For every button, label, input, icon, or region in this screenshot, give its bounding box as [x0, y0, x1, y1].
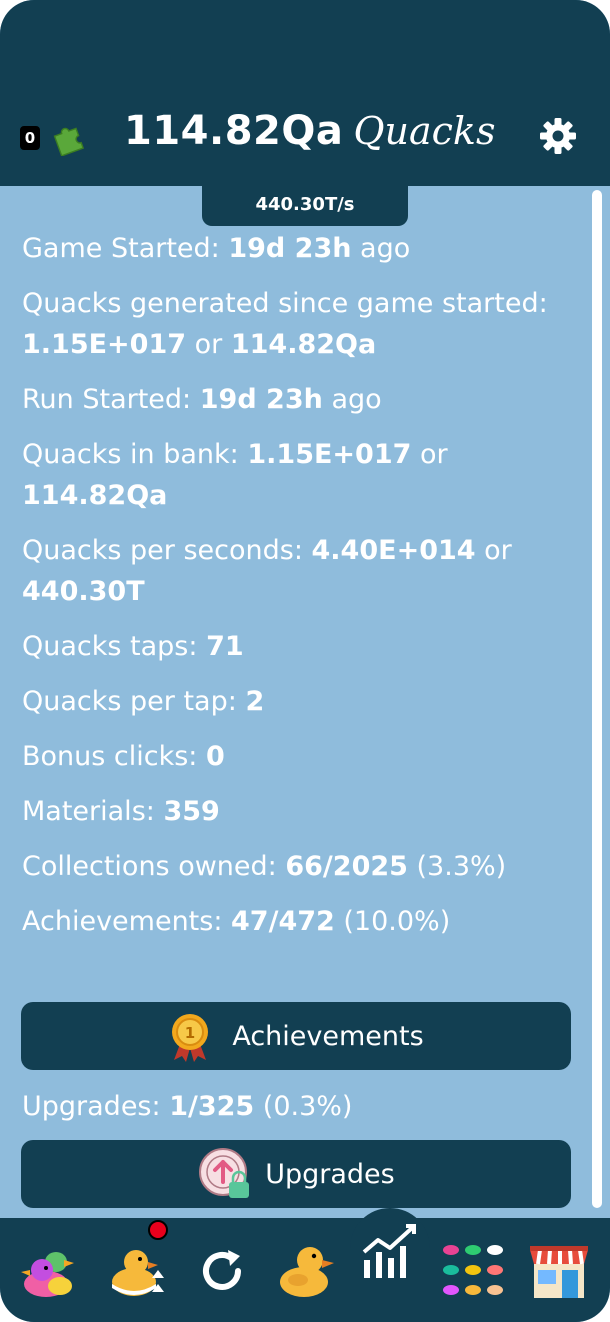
- stat-quacks-taps: Quacks taps: 71: [22, 631, 244, 662]
- puzzle-icon[interactable]: [50, 118, 88, 156]
- bottom-nav: [0, 1208, 610, 1322]
- reset-icon[interactable]: [192, 1240, 254, 1302]
- quacks-rate: 440.30T/s: [202, 182, 408, 226]
- stat-bonus-clicks: Bonus clicks: 0: [22, 741, 225, 772]
- medal-icon: 1: [172, 1014, 209, 1062]
- stat-quacks-in-bank: Quacks in bank: 1.15E+017 or 114.82Qa: [22, 439, 448, 511]
- stat-quacks-per-second: Quacks per seconds: 4.40E+014 or 440.30T: [22, 535, 512, 607]
- stat-quacks-per-tap: Quacks per tap: 2: [22, 686, 265, 717]
- gear-icon[interactable]: [538, 116, 578, 156]
- achievements-button[interactable]: 1 Achievements: [21, 1002, 571, 1070]
- puzzle-count: 0: [20, 126, 40, 150]
- stats-list: Game Started: 19d 23h ago Quacks generat…: [22, 228, 588, 956]
- achievements-button-label: Achievements: [232, 1020, 424, 1052]
- quacks-unit: Quacks: [353, 109, 496, 153]
- phone-screen: 0 114.82Qa Quacks 440.30T/s Game Started…: [0, 0, 610, 1322]
- upgrades-button-label: Upgrades: [265, 1158, 395, 1190]
- stat-quacks-generated: Quacks generated since game started: 1.1…: [22, 288, 548, 360]
- upgrades-stat-wrap: Upgrades: 1/325 (0.3%): [22, 1086, 588, 1141]
- svg-text:1: 1: [185, 1024, 195, 1042]
- quacks-total: 114.82Qa Quacks: [124, 108, 495, 168]
- duck-upgrade-icon[interactable]: [106, 1240, 168, 1302]
- stat-materials: Materials: 359: [22, 796, 220, 827]
- stat-achievements: Achievements: 47/472 (10.0%): [22, 906, 451, 937]
- header-bar: 0 114.82Qa Quacks: [0, 0, 610, 186]
- stat-collections-owned: Collections owned: 66/2025 (3.3%): [22, 851, 507, 882]
- stat-game-started: Game Started: 19d 23h ago: [22, 233, 411, 264]
- duck-grid-icon[interactable]: [442, 1240, 504, 1302]
- upgrades-button[interactable]: Upgrades: [21, 1140, 571, 1208]
- stat-run-started: Run Started: 19d 23h ago: [22, 384, 382, 415]
- duck-icon[interactable]: [276, 1240, 338, 1302]
- quacks-amount: 114.82Qa: [124, 108, 344, 154]
- shop-icon[interactable]: [528, 1240, 590, 1302]
- upgrade-arrow-icon: [199, 1148, 250, 1198]
- notification-dot: [148, 1220, 168, 1240]
- stat-upgrades: Upgrades: 1/325 (0.3%): [22, 1091, 353, 1122]
- scrollbar[interactable]: [592, 190, 602, 1208]
- collection-ducks-icon[interactable]: [20, 1240, 82, 1302]
- stats-chart-icon[interactable]: [358, 1222, 420, 1284]
